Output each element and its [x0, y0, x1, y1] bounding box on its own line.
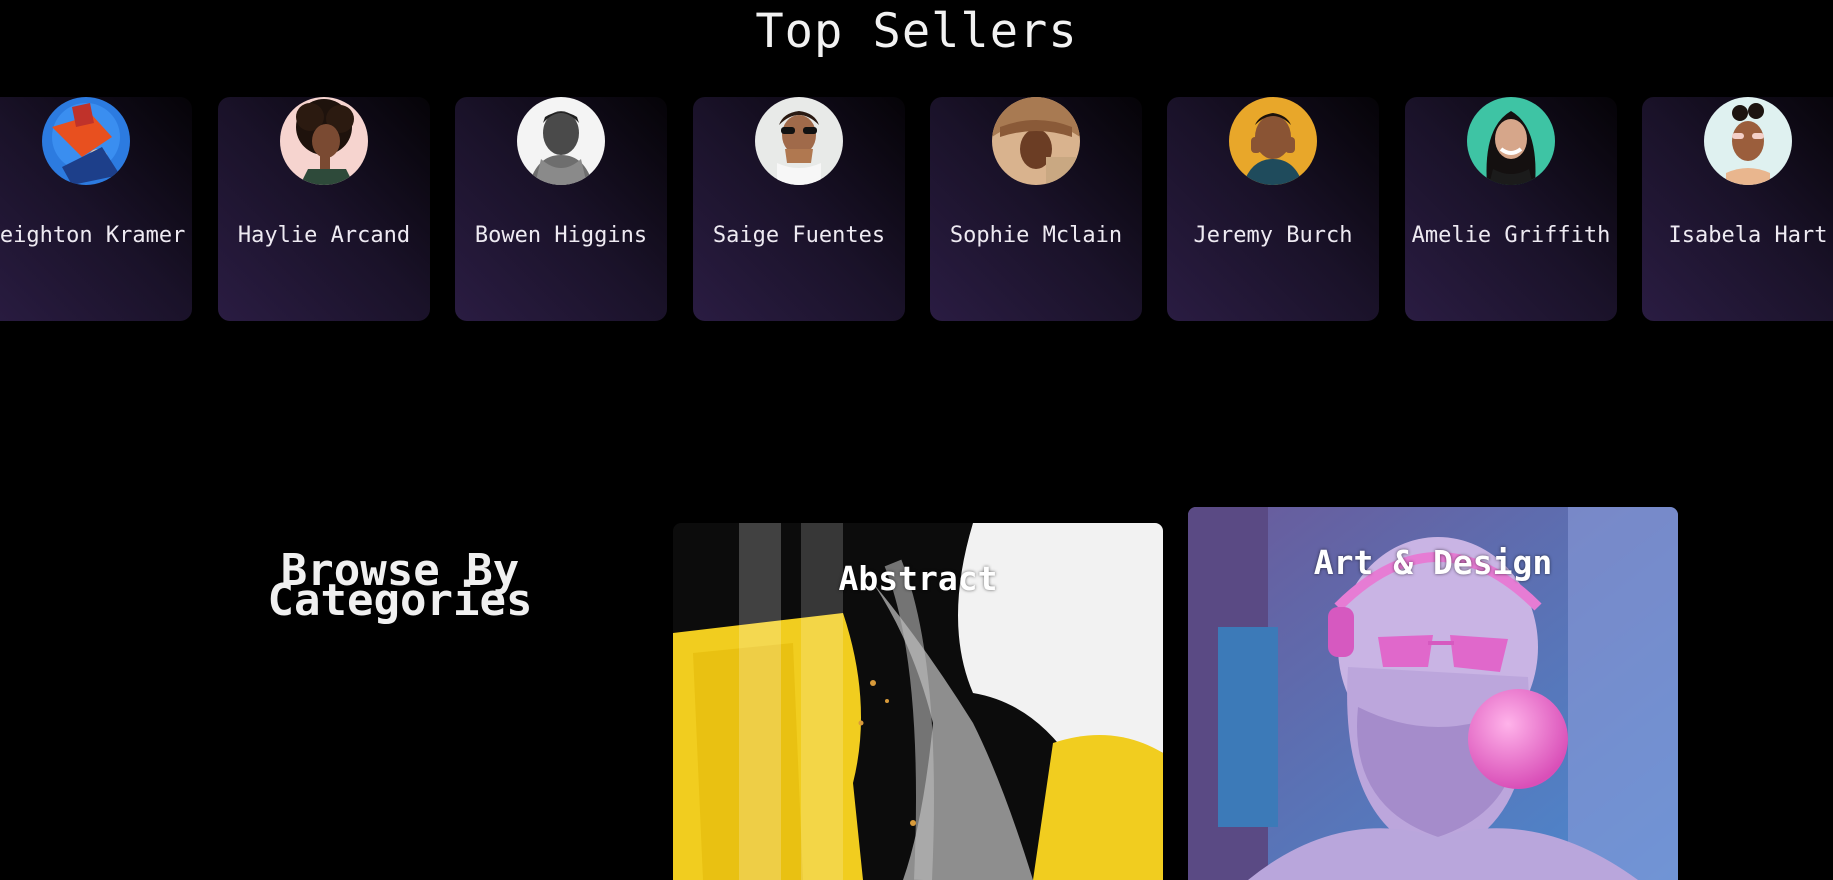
seller-avatar[interactable]: [1704, 97, 1792, 185]
seller-card[interactable]: Sophie Mclain: [930, 97, 1142, 321]
seller-name: Amelie Griffith: [1411, 223, 1611, 248]
seller-name: Isabela Hart: [1668, 223, 1828, 248]
seller-name: Sophie Mclain: [949, 223, 1123, 248]
seller-name: Leighton Kramer: [0, 223, 186, 248]
seller-card[interactable]: Jeremy Burch: [1167, 97, 1379, 321]
browse-title-line-2: Categories: [267, 575, 533, 626]
seller-name: Jeremy Burch: [1193, 223, 1353, 248]
seller-avatar[interactable]: [280, 97, 368, 185]
seller-card[interactable]: Bowen Higgins: [455, 97, 667, 321]
category-card-art-design[interactable]: Art & Design: [1188, 507, 1678, 880]
seller-card[interactable]: Leighton Kramer: [0, 97, 192, 321]
seller-name: Bowen Higgins: [474, 223, 648, 248]
top-sellers-title: Top Sellers: [755, 4, 1078, 59]
seller-card[interactable]: Isabela Hart: [1642, 97, 1833, 321]
seller-avatar[interactable]: [1229, 97, 1317, 185]
seller-avatar[interactable]: [42, 97, 130, 185]
seller-name: Haylie Arcand: [237, 223, 411, 248]
seller-card[interactable]: Saige Fuentes: [693, 97, 905, 321]
seller-card[interactable]: Amelie Griffith: [1405, 97, 1617, 321]
seller-name: Saige Fuentes: [712, 223, 886, 248]
browse-categories-title: Browse By Categories: [240, 549, 560, 623]
seller-avatar[interactable]: [992, 97, 1080, 185]
category-label-art-design: Art & Design: [1313, 543, 1553, 582]
category-label-abstract: Abstract: [838, 559, 998, 598]
top-sellers-carousel[interactable]: Leighton Kramer Haylie Arcand Bowen Higg…: [0, 97, 1833, 323]
seller-avatar[interactable]: [1467, 97, 1555, 185]
seller-card[interactable]: Haylie Arcand: [218, 97, 430, 321]
seller-avatar[interactable]: [517, 97, 605, 185]
category-card-abstract[interactable]: Abstract: [673, 523, 1163, 880]
seller-avatar[interactable]: [755, 97, 843, 185]
